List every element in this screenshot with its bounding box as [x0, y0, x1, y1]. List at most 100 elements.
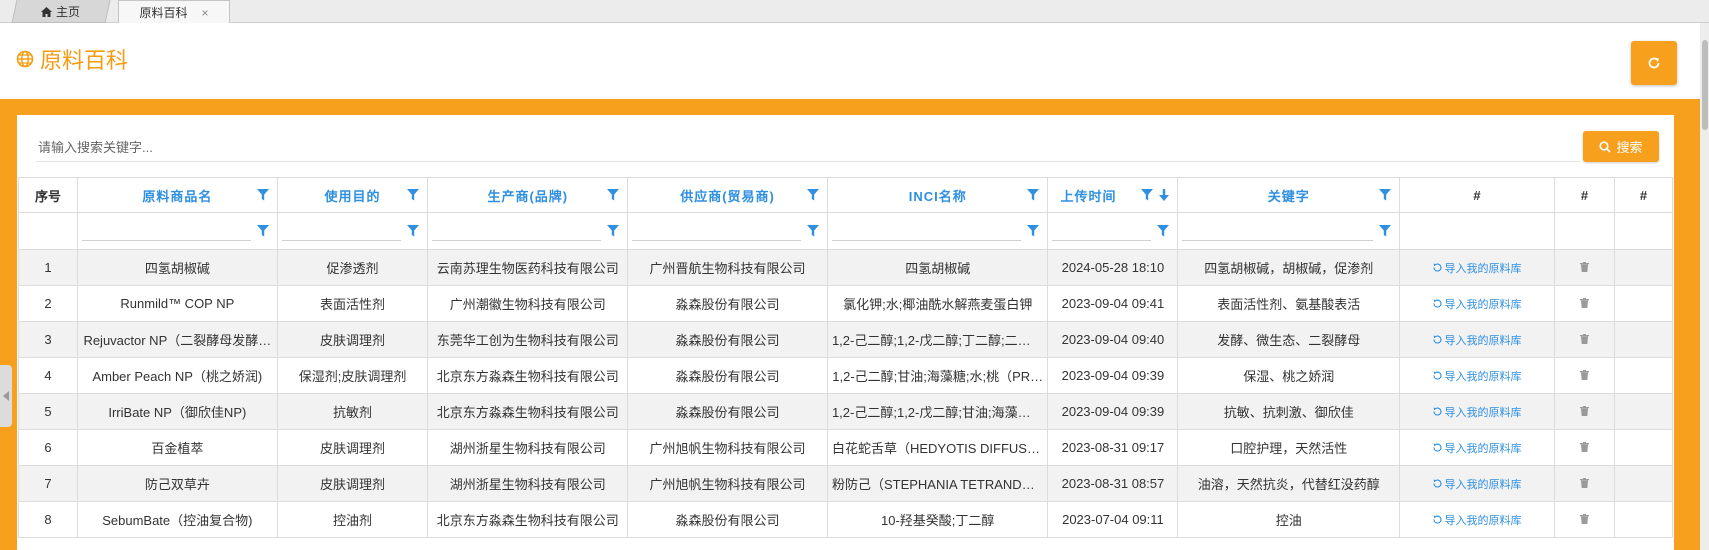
import-to-library-link[interactable]: 导入我的原料库 [1432, 404, 1522, 420]
cell-name-link[interactable]: Runmild™ COP NP [76, 285, 278, 322]
cell-delete [1554, 357, 1616, 394]
filter-icon[interactable] [407, 225, 420, 237]
cell-supplier: 淼森股份有限公司 [627, 285, 828, 322]
trash-icon[interactable] [1580, 406, 1590, 416]
import-icon [1432, 371, 1442, 380]
import-to-library-link[interactable]: 导入我的原料库 [1432, 332, 1522, 348]
close-icon[interactable]: × [202, 6, 209, 20]
filter-cell-empty [1554, 212, 1616, 250]
import-to-library-link[interactable]: 导入我的原料库 [1432, 368, 1522, 384]
cell-maker: 北京东方淼森生物科技有限公司 [427, 393, 629, 430]
cell-empty [1614, 249, 1673, 286]
import-icon [1432, 443, 1442, 452]
chevron-left-icon [3, 391, 9, 401]
filter-supplier[interactable] [627, 212, 828, 250]
import-label: 导入我的原料库 [1444, 514, 1522, 527]
filter-icon[interactable] [1157, 225, 1170, 237]
table-row: 3 Rejuvactor NP（二裂酵母发酵… 皮肤调理剂 东莞华工创为生物科技… [18, 321, 1673, 358]
cell-upload-time: 2023-09-04 09:39 [1047, 357, 1179, 394]
cell-name-link[interactable]: 百金植萃 [76, 429, 278, 466]
cell-delete [1554, 465, 1616, 502]
filter-icon[interactable] [607, 189, 620, 201]
column-header-upload-time[interactable]: 上传时间 [1047, 177, 1179, 213]
tab-ingredient-wiki[interactable]: 原料百科 × [118, 0, 230, 24]
filter-upload-time[interactable] [1047, 212, 1179, 250]
trash-icon[interactable] [1580, 514, 1590, 524]
search-input[interactable] [36, 133, 1580, 162]
cell-name-link[interactable]: 防己双草卉 [76, 465, 278, 502]
cell-name-link[interactable]: IrriBate NP（御欣佳NP) [76, 393, 278, 430]
cell-maker: 湖州浙星生物科技有限公司 [427, 429, 629, 466]
filter-keywords[interactable] [1177, 212, 1401, 250]
import-to-library-link[interactable]: 导入我的原料库 [1432, 512, 1522, 528]
filter-icon[interactable] [256, 189, 269, 201]
cell-name-link[interactable]: Amber Peach NP（桃之娇润) [76, 357, 278, 394]
cell-supplier: 广州旭帆生物科技有限公司 [627, 429, 828, 466]
table-row: 6 百金植萃 皮肤调理剂 湖州浙星生物科技有限公司 广州旭帆生物科技有限公司 白… [18, 429, 1673, 466]
table-header-row: 序号 原料商品名 使用目的 生产商(品牌) 供应商(贸易商) INCI名称 上传… [18, 177, 1673, 213]
ingredient-table: 序号 原料商品名 使用目的 生产商(品牌) 供应商(贸易商) INCI名称 上传… [18, 177, 1673, 538]
filter-icon[interactable] [1141, 189, 1154, 201]
column-header-maker[interactable]: 生产商(品牌) [427, 177, 629, 213]
filter-inci[interactable] [826, 212, 1049, 250]
cell-import: 导入我的原料库 [1399, 429, 1556, 466]
cell-inci: 四氢胡椒碱 [826, 249, 1049, 286]
trash-icon[interactable] [1580, 334, 1590, 344]
import-to-library-link[interactable]: 导入我的原料库 [1432, 476, 1522, 492]
tab-home-label: 主页 [56, 4, 81, 19]
refresh-button[interactable] [1631, 41, 1677, 85]
import-label: 导入我的原料库 [1444, 478, 1522, 491]
trash-icon[interactable] [1580, 298, 1590, 308]
cell-keywords: 四氢胡椒碱，胡椒碱，促渗剂 [1177, 249, 1401, 286]
filter-maker[interactable] [427, 212, 629, 250]
cell-no: 8 [18, 501, 78, 538]
sort-down-icon[interactable] [1159, 189, 1170, 201]
filter-name[interactable] [76, 212, 278, 250]
filter-icon[interactable] [256, 225, 269, 237]
cell-upload-time: 2023-09-04 09:41 [1047, 285, 1179, 322]
cell-purpose: 抗敏剂 [276, 393, 429, 430]
search-button-label: 搜索 [1616, 140, 1643, 155]
page-scrollbar-thumb[interactable] [1702, 40, 1708, 130]
column-header-purpose[interactable]: 使用目的 [276, 177, 429, 213]
column-header-keywords[interactable]: 关键字 [1177, 177, 1401, 213]
cell-empty [1614, 357, 1673, 394]
trash-icon[interactable] [1580, 478, 1590, 488]
import-to-library-link[interactable]: 导入我的原料库 [1432, 296, 1522, 312]
side-collapse-handle[interactable] [0, 365, 12, 427]
cell-supplier: 淼森股份有限公司 [627, 321, 828, 358]
cell-upload-time: 2023-09-04 09:39 [1047, 393, 1179, 430]
cell-name-link[interactable]: Rejuvactor NP（二裂酵母发酵… [76, 321, 278, 358]
trash-icon[interactable] [1580, 442, 1590, 452]
column-header-name[interactable]: 原料商品名 [76, 177, 278, 213]
filter-icon[interactable] [607, 225, 620, 237]
filter-cell-empty [1399, 212, 1556, 250]
tab-home[interactable]: 主页 [11, 0, 111, 23]
filter-icon[interactable] [806, 225, 819, 237]
cell-empty [1614, 501, 1673, 538]
cell-name-link[interactable]: SebumBate（控油复合物) [76, 501, 278, 538]
cell-name-link[interactable]: 四氢胡椒碱 [76, 249, 278, 286]
cell-inci: 1,2-己二醇;1,2-戊二醇;甘油;海藻糖;… [826, 393, 1049, 430]
filter-icon[interactable] [806, 189, 819, 201]
filter-purpose[interactable] [276, 212, 429, 250]
trash-icon[interactable] [1580, 262, 1590, 272]
trash-icon[interactable] [1580, 370, 1590, 380]
import-label: 导入我的原料库 [1444, 406, 1522, 419]
column-header-supplier[interactable]: 供应商(贸易商) [627, 177, 828, 213]
cell-delete [1554, 321, 1616, 358]
filter-icon[interactable] [407, 189, 420, 201]
filter-icon[interactable] [1027, 225, 1040, 237]
import-to-library-link[interactable]: 导入我的原料库 [1432, 260, 1522, 276]
import-label: 导入我的原料库 [1444, 442, 1522, 455]
filter-icon[interactable] [1027, 189, 1040, 201]
cell-supplier: 广州旭帆生物科技有限公司 [627, 465, 828, 502]
cell-no: 7 [18, 465, 78, 502]
cell-inci: 白花蛇舌草（HEDYOTIS DIFFUSA… [826, 429, 1049, 466]
filter-icon[interactable] [1379, 189, 1392, 201]
import-to-library-link[interactable]: 导入我的原料库 [1432, 440, 1522, 456]
filter-icon[interactable] [1379, 225, 1392, 237]
table-row: 1 四氢胡椒碱 促渗透剂 云南苏理生物医药科技有限公司 广州晋航生物科技有限公司… [18, 249, 1673, 286]
column-header-inci[interactable]: INCI名称 [826, 177, 1049, 213]
search-button[interactable]: 搜索 [1583, 131, 1659, 162]
